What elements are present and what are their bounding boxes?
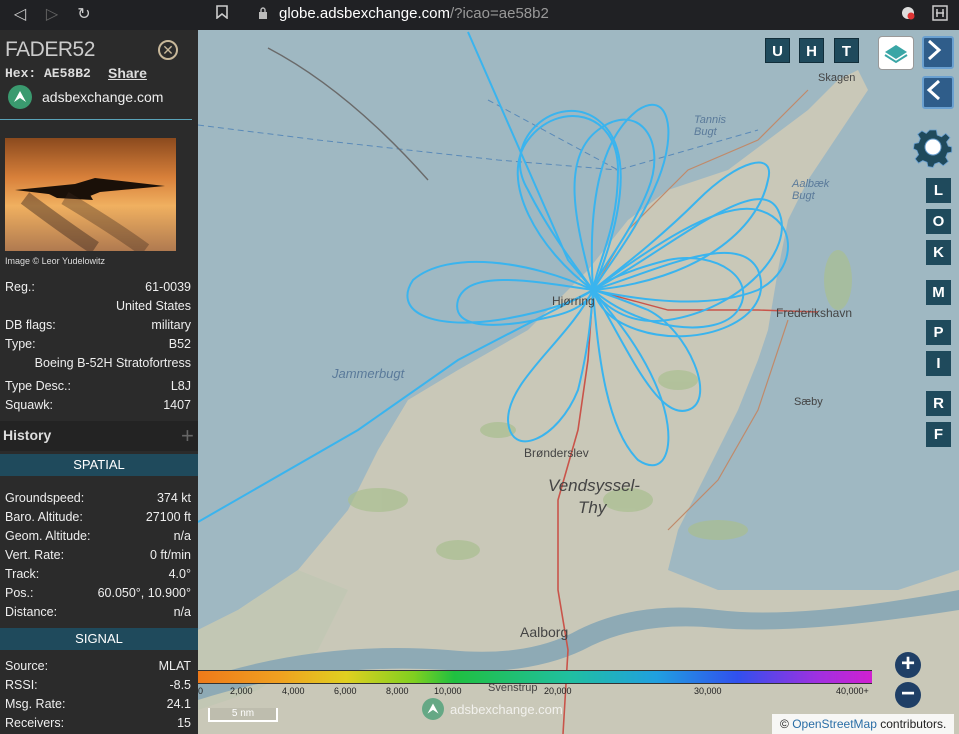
map-label-hjorring: Hjørring — [552, 294, 595, 308]
map-label-frederikshavn: Frederikshavn — [776, 306, 853, 320]
spatial-row: Pos.: 60.050°, 10.900° — [5, 586, 191, 600]
signal-header: SIGNAL — [0, 628, 198, 650]
toggle-o-button[interactable]: O — [926, 209, 951, 234]
map-label-aalborg: Aalborg — [520, 624, 569, 640]
detail-row: Squawk: 1407 — [5, 398, 191, 412]
url-host: globe.adsbexchange.com — [279, 5, 450, 22]
toggle-i-button[interactable]: I — [926, 351, 951, 376]
map-label-vendsyssel: Vendsyssel- — [548, 476, 640, 495]
map-label-skagen: Skagen — [818, 72, 856, 84]
scale-bar: 5 nm — [208, 708, 278, 722]
history-label: History — [3, 427, 52, 443]
layers-button[interactable] — [878, 36, 914, 70]
spatial-row: Track: 4.0° — [5, 567, 191, 581]
reload-icon[interactable]: ↻ — [74, 5, 94, 25]
signal-row: Source: MLAT — [5, 659, 191, 673]
extensions-grid-icon[interactable] — [930, 5, 950, 25]
detail-row: Boeing B-52H Stratofortress — [34, 356, 191, 370]
spatial-row: Baro. Altitude: 27100 ft — [5, 510, 191, 524]
spatial-row: Distance: n/a — [5, 605, 191, 619]
adsbexchange-logo-icon — [8, 85, 32, 109]
forward-icon[interactable]: ▷ — [42, 5, 62, 25]
spatial-row: Vert. Rate: 0 ft/min — [5, 548, 191, 562]
address-bar[interactable]: globe.adsbexchange.com/?icao=ae58b2 — [250, 3, 890, 25]
detail-row: Reg.: 61-0039 — [5, 280, 191, 294]
site-name: adsbexchange.com — [42, 89, 164, 105]
openstreetmap-link[interactable]: OpenStreetMap — [792, 717, 877, 731]
hex-code: Hex: AE58B2 — [5, 66, 91, 81]
map-label-tannis: Tannis Bugt — [694, 114, 727, 138]
close-icon[interactable]: ✕ — [158, 40, 178, 60]
url-path: /?icao=ae58b2 — [449, 5, 549, 22]
altitude-legend-ticks: 0 2,000 4,000 6,000 8,000 10,000 20,000 … — [198, 686, 869, 696]
signal-row: Msg. Rate: 24.1 — [5, 697, 191, 711]
divider — [0, 119, 192, 120]
signal-row: Receivers: 15 — [5, 716, 191, 730]
aircraft-info-panel: FADER52 ✕ Hex: AE58B2 Share adsbexchange… — [0, 30, 198, 734]
toggle-l-button[interactable]: L — [926, 178, 951, 203]
map-canvas — [198, 30, 959, 734]
detail-row: Type Desc.: L8J — [5, 379, 191, 393]
toggle-p-button[interactable]: P — [926, 320, 951, 345]
adsbexchange-logo-icon — [422, 698, 444, 720]
toggle-m-button[interactable]: M — [926, 280, 951, 305]
expand-right-button[interactable] — [922, 36, 954, 69]
chevron-right-icon — [927, 39, 942, 61]
adsbexchange-watermark: adsbexchange.com — [422, 698, 563, 720]
extension-icon[interactable] — [898, 5, 918, 25]
map-label-thy: Thy — [578, 498, 607, 517]
back-icon[interactable]: ◁ — [10, 5, 30, 25]
zoom-out-button[interactable]: − — [895, 682, 921, 708]
toggle-f-button[interactable]: F — [926, 422, 951, 447]
spatial-row: Geom. Altitude: n/a — [5, 529, 191, 543]
detail-row: United States — [115, 299, 191, 313]
detail-row: DB flags: military — [5, 318, 191, 332]
signal-row: RSSI: -8.5 — [5, 678, 191, 692]
toggle-t-button[interactable]: T — [834, 38, 859, 63]
map-label-aalbaek: Aalbæk Bugt — [792, 178, 830, 202]
bookmark-icon[interactable] — [212, 5, 232, 25]
zoom-in-button[interactable]: + — [895, 652, 921, 678]
collapse-left-button[interactable] — [922, 76, 954, 109]
map-label-saeby: Sæby — [794, 396, 823, 408]
gear-icon — [912, 129, 953, 168]
image-credit: Image © Leor Yudelowitz — [5, 256, 106, 266]
expand-plus-icon[interactable]: + — [181, 423, 194, 449]
toggle-r-button[interactable]: R — [926, 391, 951, 416]
callsign: FADER52 — [5, 38, 95, 61]
share-link[interactable]: Share — [108, 65, 147, 81]
toggle-k-button[interactable]: K — [926, 240, 951, 265]
spatial-row: Groundspeed: 374 kt — [5, 491, 191, 505]
altitude-legend — [198, 670, 872, 684]
spatial-header: SPATIAL — [0, 454, 198, 476]
browser-toolbar: ◁ ▷ ↻ globe.adsbexchange.com/?icao=ae58b… — [0, 0, 959, 30]
history-section[interactable]: History + — [0, 421, 198, 451]
map-credits: © OpenStreetMap contributors. — [772, 714, 955, 734]
layers-icon — [884, 45, 908, 64]
settings-button[interactable] — [910, 124, 956, 170]
adsb-link[interactable]: adsbexchange.com — [8, 85, 163, 109]
chevron-left-icon — [926, 79, 941, 101]
map-view[interactable]: Skagen Tannis Bugt Aalbæk Bugt Hjørring … — [198, 30, 959, 734]
toggle-h-button[interactable]: H — [799, 38, 824, 63]
map-label-bronderslev: Brønderslev — [524, 446, 589, 460]
aircraft-photo[interactable] — [5, 138, 176, 256]
map-label-jammerbugt: Jammerbugt — [332, 366, 405, 381]
detail-row: Type: B52 — [5, 337, 191, 351]
toggle-u-button[interactable]: U — [765, 38, 790, 63]
